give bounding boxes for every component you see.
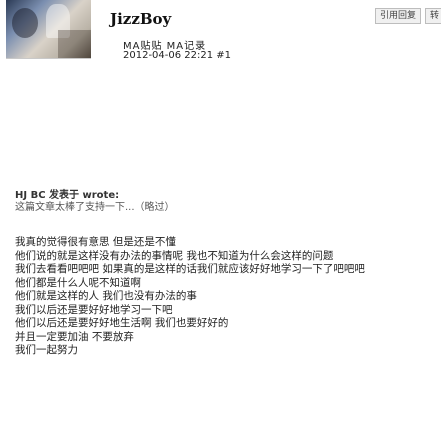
post-body: 我真的觉得很有意思 但是还是不懂 他们说的就是这样没有办法的事情呢 我也不知道为…	[15, 236, 435, 358]
post-line: 我们一起努力	[15, 344, 78, 356]
post-actions: 引用回复 转	[374, 8, 441, 24]
post-line: 我真的觉得很有意思 但是还是不懂	[15, 236, 176, 248]
avatar-figure	[12, 8, 38, 38]
quote-reply-button[interactable]: 引用回复	[374, 8, 421, 24]
avatar-figure	[58, 30, 91, 58]
post-header: JizzBoy MA贴贴 MA记录 2012-04-06 22:21 #1 引用…	[0, 0, 441, 80]
post-line: 我们去看看吧吧吧 如果真的是这样的话我们就应该好好地学习一下了吧吧吧	[15, 263, 365, 275]
post-line: 他们都是什么人呢不知道啊	[15, 276, 141, 289]
user-avatar[interactable]	[6, 0, 91, 59]
quote-text: 这篇文章太棒了支持一下...（略过）	[15, 202, 175, 213]
quote-block: HJ BC 发表于 wrote: 这篇文章太棒了支持一下...（略过）	[15, 189, 415, 214]
author-name[interactable]: JizzBoy	[110, 10, 171, 28]
quote-author: HJ BC 发表于 wrote:	[15, 190, 120, 201]
post-line: 并且一定要加油 不要放弃	[15, 330, 134, 343]
post-line: 他们以后还是要好好地生活啊 我们也要好好的	[15, 317, 229, 329]
post-line: 他们就是这样的人 我们也没有办法的事	[15, 290, 197, 302]
post-line: 他们说的就是这样没有办法的事情呢 我也不知道为什么会这样的问题	[15, 249, 334, 262]
post-timestamp: 2012-04-06 22:21 #1	[123, 50, 232, 61]
forward-button[interactable]: 转	[424, 8, 441, 24]
post-line: 我们以后还是要好好地学习一下吧	[15, 303, 173, 316]
